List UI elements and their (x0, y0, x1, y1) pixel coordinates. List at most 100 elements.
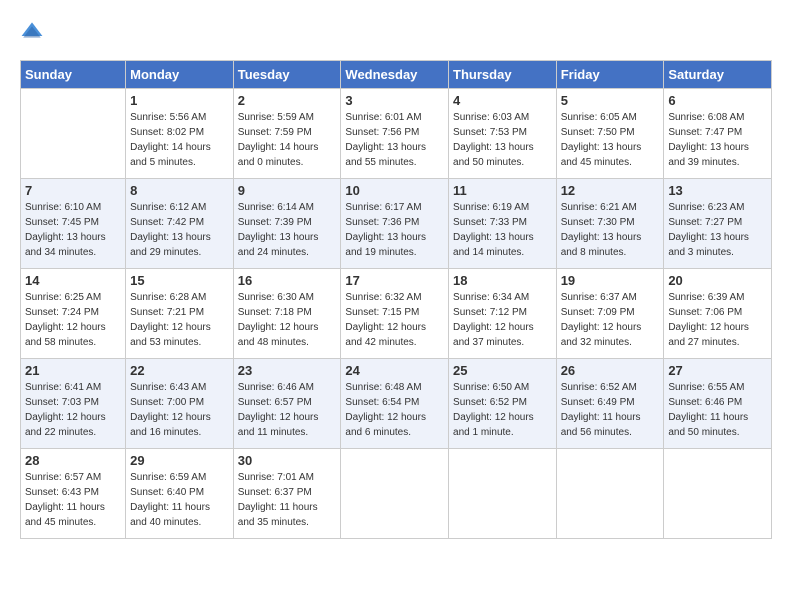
day-info: Sunrise: 6:03 AMSunset: 7:53 PMDaylight:… (453, 110, 552, 170)
day-number: 4 (453, 93, 552, 108)
day-info: Sunrise: 6:57 AMSunset: 6:43 PMDaylight:… (25, 470, 121, 530)
calendar-cell (449, 449, 557, 539)
column-header-wednesday: Wednesday (341, 61, 449, 89)
calendar-cell: 17 Sunrise: 6:32 AMSunset: 7:15 PMDayligh… (341, 269, 449, 359)
logo (20, 20, 48, 44)
calendar-cell: 23 Sunrise: 6:46 AMSunset: 6:57 PMDayligh… (233, 359, 341, 449)
header-row: SundayMondayTuesdayWednesdayThursdayFrid… (21, 61, 772, 89)
calendar-cell: 25Sunrise: 6:50 AMSunset: 6:52 PMDayligh… (449, 359, 557, 449)
calendar-cell: 2 Sunrise: 5:59 AMSunset: 7:59 PMDaylight… (233, 89, 341, 179)
day-number: 18 (453, 273, 552, 288)
day-info: Sunrise: 5:59 AMSunset: 7:59 PMDaylight:… (238, 110, 337, 170)
day-number: 14 (25, 273, 121, 288)
calendar-cell: 20 Sunrise: 6:39 AMSunset: 7:06 PMDayligh… (664, 269, 772, 359)
day-number: 10 (345, 183, 444, 198)
day-number: 27 (668, 363, 767, 378)
day-info: Sunrise: 6:01 AMSunset: 7:56 PMDaylight:… (345, 110, 444, 170)
logo-icon (20, 20, 44, 44)
calendar-cell: 19 Sunrise: 6:37 AMSunset: 7:09 PMDayligh… (556, 269, 664, 359)
calendar-cell (664, 449, 772, 539)
day-info: Sunrise: 6:19 AMSunset: 7:33 PMDaylight:… (453, 200, 552, 260)
calendar-cell: 13 Sunrise: 6:23 AMSunset: 7:27 PMDayligh… (664, 179, 772, 269)
day-number: 8 (130, 183, 229, 198)
day-info: Sunrise: 6:12 AMSunset: 7:42 PMDaylight:… (130, 200, 229, 260)
calendar-cell: 18 Sunrise: 6:34 AMSunset: 7:12 PMDayligh… (449, 269, 557, 359)
calendar-cell (341, 449, 449, 539)
day-info: Sunrise: 6:10 AMSunset: 7:45 PMDaylight:… (25, 200, 121, 260)
week-row-5: 28 Sunrise: 6:57 AMSunset: 6:43 PMDayligh… (21, 449, 772, 539)
calendar-cell: 26 Sunrise: 6:52 AMSunset: 6:49 PMDayligh… (556, 359, 664, 449)
day-info: Sunrise: 6:34 AMSunset: 7:12 PMDaylight:… (453, 290, 552, 350)
day-number: 3 (345, 93, 444, 108)
day-number: 13 (668, 183, 767, 198)
day-number: 21 (25, 363, 121, 378)
day-number: 24 (345, 363, 444, 378)
day-number: 30 (238, 453, 337, 468)
day-info: Sunrise: 6:28 AMSunset: 7:21 PMDaylight:… (130, 290, 229, 350)
day-info: Sunrise: 6:50 AMSunset: 6:52 PMDaylight:… (453, 380, 552, 440)
day-info: Sunrise: 6:43 AMSunset: 7:00 PMDaylight:… (130, 380, 229, 440)
calendar-cell: 7Sunrise: 6:10 AMSunset: 7:45 PMDaylight… (21, 179, 126, 269)
week-row-3: 14 Sunrise: 6:25 AMSunset: 7:24 PMDayligh… (21, 269, 772, 359)
day-info: Sunrise: 6:46 AMSunset: 6:57 PMDaylight:… (238, 380, 337, 440)
calendar-cell: 1Sunrise: 5:56 AMSunset: 8:02 PMDaylight… (126, 89, 234, 179)
calendar-cell: 15 Sunrise: 6:28 AMSunset: 7:21 PMDayligh… (126, 269, 234, 359)
day-info: Sunrise: 6:39 AMSunset: 7:06 PMDaylight:… (668, 290, 767, 350)
column-header-saturday: Saturday (664, 61, 772, 89)
day-info: Sunrise: 5:56 AMSunset: 8:02 PMDaylight:… (130, 110, 229, 170)
day-number: 17 (345, 273, 444, 288)
day-number: 5 (561, 93, 660, 108)
day-info: Sunrise: 7:01 AMSunset: 6:37 PMDaylight:… (238, 470, 337, 530)
calendar-cell: 28 Sunrise: 6:57 AMSunset: 6:43 PMDayligh… (21, 449, 126, 539)
calendar-cell (21, 89, 126, 179)
calendar-cell: 21 Sunrise: 6:41 AMSunset: 7:03 PMDayligh… (21, 359, 126, 449)
calendar-cell: 4 Sunrise: 6:03 AMSunset: 7:53 PMDaylight… (449, 89, 557, 179)
calendar-cell: 12 Sunrise: 6:21 AMSunset: 7:30 PMDayligh… (556, 179, 664, 269)
day-info: Sunrise: 6:23 AMSunset: 7:27 PMDaylight:… (668, 200, 767, 260)
calendar-cell: 9 Sunrise: 6:14 AMSunset: 7:39 PMDaylight… (233, 179, 341, 269)
day-number: 26 (561, 363, 660, 378)
day-info: Sunrise: 6:59 AMSunset: 6:40 PMDaylight:… (130, 470, 229, 530)
day-number: 6 (668, 93, 767, 108)
day-info: Sunrise: 6:25 AMSunset: 7:24 PMDaylight:… (25, 290, 121, 350)
day-info: Sunrise: 6:17 AMSunset: 7:36 PMDaylight:… (345, 200, 444, 260)
page-header (20, 20, 772, 44)
day-number: 23 (238, 363, 337, 378)
day-info: Sunrise: 6:55 AMSunset: 6:46 PMDaylight:… (668, 380, 767, 440)
day-number: 28 (25, 453, 121, 468)
calendar-cell: 30 Sunrise: 7:01 AMSunset: 6:37 PMDayligh… (233, 449, 341, 539)
calendar-cell: 3 Sunrise: 6:01 AMSunset: 7:56 PMDaylight… (341, 89, 449, 179)
calendar-cell: 29Sunrise: 6:59 AMSunset: 6:40 PMDayligh… (126, 449, 234, 539)
day-info: Sunrise: 6:32 AMSunset: 7:15 PMDaylight:… (345, 290, 444, 350)
day-number: 2 (238, 93, 337, 108)
day-info: Sunrise: 6:14 AMSunset: 7:39 PMDaylight:… (238, 200, 337, 260)
day-number: 19 (561, 273, 660, 288)
day-info: Sunrise: 6:05 AMSunset: 7:50 PMDaylight:… (561, 110, 660, 170)
day-info: Sunrise: 6:48 AMSunset: 6:54 PMDaylight:… (345, 380, 444, 440)
day-number: 20 (668, 273, 767, 288)
week-row-4: 21 Sunrise: 6:41 AMSunset: 7:03 PMDayligh… (21, 359, 772, 449)
calendar-cell: 16Sunrise: 6:30 AMSunset: 7:18 PMDayligh… (233, 269, 341, 359)
column-header-monday: Monday (126, 61, 234, 89)
day-info: Sunrise: 6:41 AMSunset: 7:03 PMDaylight:… (25, 380, 121, 440)
calendar-table: SundayMondayTuesdayWednesdayThursdayFrid… (20, 60, 772, 539)
day-info: Sunrise: 6:37 AMSunset: 7:09 PMDaylight:… (561, 290, 660, 350)
day-number: 16 (238, 273, 337, 288)
day-info: Sunrise: 6:52 AMSunset: 6:49 PMDaylight:… (561, 380, 660, 440)
calendar-cell: 6Sunrise: 6:08 AMSunset: 7:47 PMDaylight… (664, 89, 772, 179)
week-row-2: 7Sunrise: 6:10 AMSunset: 7:45 PMDaylight… (21, 179, 772, 269)
calendar-cell: 5 Sunrise: 6:05 AMSunset: 7:50 PMDaylight… (556, 89, 664, 179)
week-row-1: 1Sunrise: 5:56 AMSunset: 8:02 PMDaylight… (21, 89, 772, 179)
day-info: Sunrise: 6:21 AMSunset: 7:30 PMDaylight:… (561, 200, 660, 260)
day-number: 9 (238, 183, 337, 198)
calendar-cell: 8 Sunrise: 6:12 AMSunset: 7:42 PMDaylight… (126, 179, 234, 269)
column-header-sunday: Sunday (21, 61, 126, 89)
day-number: 22 (130, 363, 229, 378)
column-header-thursday: Thursday (449, 61, 557, 89)
calendar-cell: 22 Sunrise: 6:43 AMSunset: 7:00 PMDayligh… (126, 359, 234, 449)
day-number: 12 (561, 183, 660, 198)
calendar-cell: 24 Sunrise: 6:48 AMSunset: 6:54 PMDayligh… (341, 359, 449, 449)
column-header-tuesday: Tuesday (233, 61, 341, 89)
day-number: 15 (130, 273, 229, 288)
calendar-cell: 27 Sunrise: 6:55 AMSunset: 6:46 PMDayligh… (664, 359, 772, 449)
